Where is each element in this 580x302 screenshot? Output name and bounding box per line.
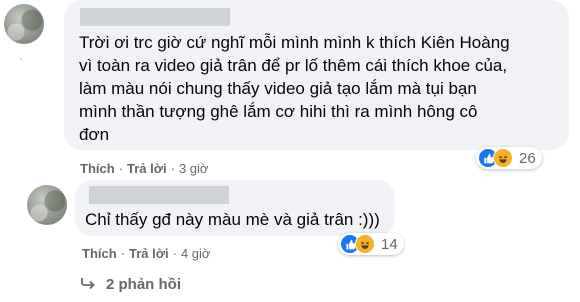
reaction-summary[interactable]: 26 bbox=[476, 147, 542, 169]
separator-dot: · bbox=[170, 161, 175, 176]
reply-text: Chỉ thấy gđ này màu mè và giả trân :))) bbox=[85, 208, 380, 231]
separator-dot: · bbox=[118, 161, 124, 176]
comment-line: đơn bbox=[79, 125, 110, 144]
thread-line bbox=[20, 58, 22, 60]
reply-link[interactable]: Trả lời bbox=[127, 161, 167, 176]
haha-icon bbox=[355, 234, 375, 254]
reaction-count: 26 bbox=[519, 149, 536, 167]
reply-reaction-summary[interactable]: 14 bbox=[338, 233, 404, 255]
reply-timestamp[interactable]: 4 giờ bbox=[181, 246, 211, 261]
view-replies-label: 2 phản hồi bbox=[106, 276, 181, 293]
comment-line: mình thần tượng ghê lắm cơ hihi thì ra m… bbox=[79, 102, 478, 121]
reply-actions: Thích · Trả lời · 4 giờ bbox=[82, 246, 210, 261]
like-link[interactable]: Thích bbox=[82, 246, 117, 261]
comment-actions: Thích · Trả lời · 3 giờ bbox=[80, 161, 208, 176]
reply-avatar[interactable] bbox=[27, 185, 67, 225]
separator-dot: · bbox=[172, 246, 177, 261]
redacted-commenter-name[interactable] bbox=[80, 8, 230, 26]
like-link[interactable]: Thích bbox=[80, 161, 115, 176]
separator-dot: · bbox=[120, 246, 126, 261]
comment-line: vì toàn ra video giả trân để pr lố thêm … bbox=[79, 56, 508, 75]
commenter-avatar[interactable] bbox=[4, 4, 44, 44]
view-replies-link[interactable]: 2 phản hồi bbox=[80, 276, 181, 293]
comment-line: làm màu nói chung thấy video giả tạo lắm… bbox=[79, 79, 477, 98]
comment-text: Trời ơi trc giờ cứ nghĩ mỗi mình mình k … bbox=[79, 31, 510, 146]
comment-line: Trời ơi trc giờ cứ nghĩ mỗi mình mình k … bbox=[79, 33, 510, 52]
reply-bubble: Chỉ thấy gđ này màu mè và giả trân :))) bbox=[75, 180, 395, 236]
comment-timestamp[interactable]: 3 giờ bbox=[179, 161, 209, 176]
comment-line: Chỉ thấy gđ này màu mè và giả trân :))) bbox=[85, 210, 380, 229]
haha-icon bbox=[493, 148, 513, 168]
reply-link[interactable]: Trả lời bbox=[129, 246, 169, 261]
reaction-count: 14 bbox=[381, 235, 398, 253]
redacted-reply-name[interactable] bbox=[89, 186, 229, 204]
reply-arrow-icon bbox=[80, 276, 96, 293]
comment-bubble: Trời ơi trc giờ cứ nghĩ mỗi mình mình k … bbox=[64, 0, 569, 150]
